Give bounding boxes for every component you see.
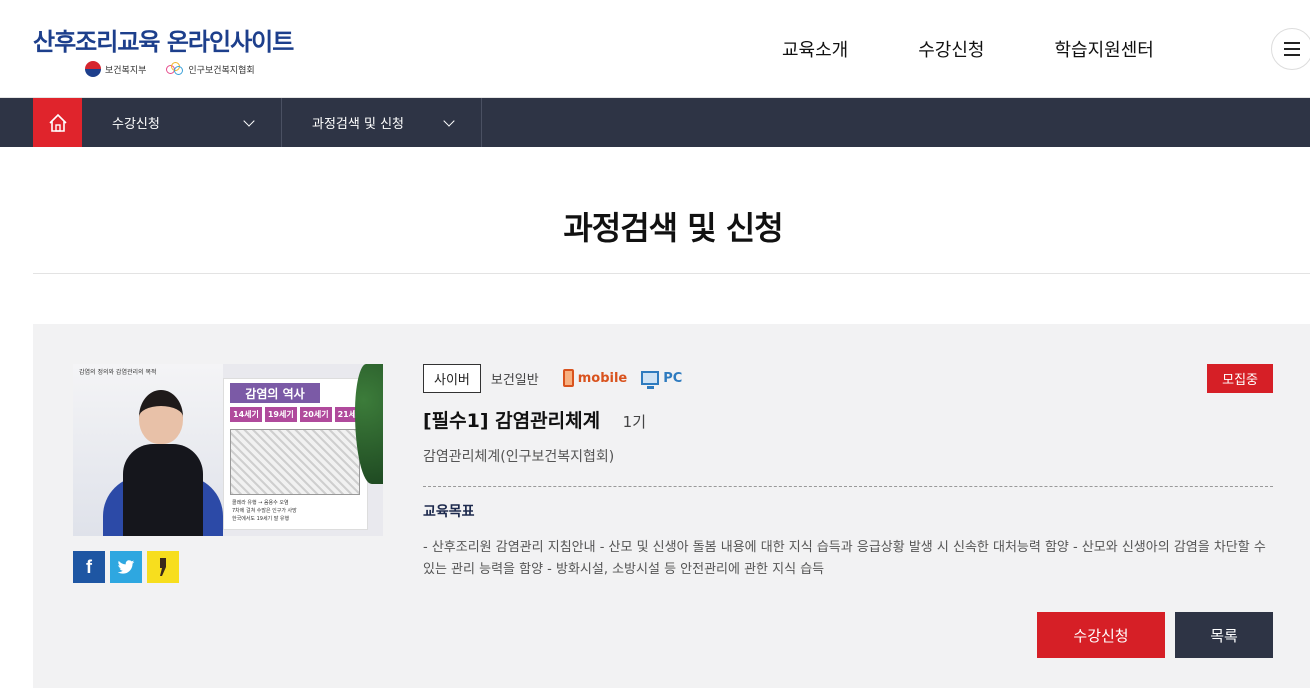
course-provider: 감염관리체계(인구보건복지협회): [423, 449, 615, 465]
chevron-down-icon: [243, 114, 255, 127]
org2-label: 인구보건복지협회: [188, 65, 255, 76]
org-kaphw: 인구보건복지협회: [166, 62, 255, 76]
site-title: 산후조리교육 온라인사이트: [33, 28, 294, 56]
century-label: 19세기: [264, 407, 297, 422]
thumbnail-header: 감염의 정의와 감염관리의 목적: [79, 369, 157, 376]
slide-note: 7차에 걸쳐 수많은 인구가 사망: [232, 508, 297, 514]
chevron-down-icon: [443, 114, 455, 127]
mobile-icon: [562, 369, 574, 387]
breadcrumb-label-2: 과정검색 및 신청: [312, 117, 404, 132]
slide-title: 감염의 역사: [230, 383, 320, 403]
pc-monitor-icon: [641, 371, 660, 389]
mobile-label: mobile: [577, 370, 628, 386]
slide-note: 콜레라 유행 → 음용수 오염: [232, 500, 289, 506]
org-mohw: 보건복지부: [85, 61, 146, 77]
logo-orgs: 보건복지부 인구보건복지협회: [85, 61, 293, 77]
action-buttons: 수강신청 목록: [1037, 612, 1273, 658]
home-icon[interactable]: [33, 98, 82, 147]
course-info: 사이버 보건일반 mobile PC 모집중 [필수1] 감염관리체계 1기 감…: [423, 363, 1273, 581]
divider: [33, 273, 1310, 274]
course-thumbnail[interactable]: 감염의 정의와 감염관리의 목적 감염의 역사 14세기 19세기 20세기 2…: [73, 364, 383, 536]
facebook-icon[interactable]: f: [73, 551, 105, 583]
course-tags: 사이버 보건일반 mobile PC: [423, 363, 1273, 393]
device-pc: PC: [641, 370, 683, 389]
list-button[interactable]: 목록: [1175, 612, 1273, 658]
century-label: 20세기: [299, 407, 332, 422]
breadcrumb-dropdown-2[interactable]: 과정검색 및 신청: [282, 98, 482, 147]
nav-item-intro[interactable]: 교육소개: [782, 36, 848, 62]
page-title: 과정검색 및 신청: [563, 209, 783, 247]
course-title-text: [필수1] 감염관리체계: [423, 410, 601, 432]
breadcrumb-dropdown-1[interactable]: 수강신청: [82, 98, 282, 147]
slide-note: 한국에서도 19세기 말 유행: [232, 516, 290, 522]
type-tag: 사이버: [423, 363, 481, 393]
century-label: 14세기: [230, 407, 262, 422]
site-logo[interactable]: 산후조리교육 온라인사이트 보건복지부 인구보건복지협회: [33, 22, 294, 77]
course-card: 감염의 정의와 감염관리의 목적 감염의 역사 14세기 19세기 20세기 2…: [33, 324, 1310, 688]
share-buttons: f: [73, 551, 179, 583]
nav-item-enroll[interactable]: 수강신청: [918, 36, 984, 62]
course-term: 1기: [622, 413, 647, 431]
slide-illustration: [230, 429, 360, 495]
slide-centuries: 14세기 19세기 20세기 21세기: [230, 407, 367, 422]
dashed-divider: [423, 486, 1273, 487]
lecture-slide: 감염의 역사 14세기 19세기 20세기 21세기 콜레라 유행 → 음용수 …: [223, 378, 368, 530]
kaphw-logo-icon: [166, 62, 184, 76]
nav-item-support[interactable]: 학습지원센터: [1055, 36, 1154, 62]
breadcrumb-label-1: 수강신청: [112, 117, 160, 132]
kakaostory-icon[interactable]: [147, 551, 179, 583]
lecturer-head: [139, 390, 183, 444]
apply-button[interactable]: 수강신청: [1037, 612, 1165, 658]
gov-emblem-icon: [85, 61, 101, 77]
pc-label: PC: [663, 370, 683, 386]
device-mobile: mobile: [562, 369, 628, 387]
goal-heading: 교육목표: [423, 504, 475, 520]
lecturer-figure: [123, 444, 203, 536]
status-badge: 모집중: [1207, 364, 1273, 393]
goal-text: - 산후조리원 감염관리 지침안내 - 산모 및 신생아 돌봄 내용에 대한 지…: [423, 540, 1266, 577]
sub-navigation: 수강신청 과정검색 및 신청: [0, 98, 1310, 147]
main-nav: 교육소개 수강신청 학습지원센터: [782, 36, 1154, 62]
org1-label: 보건복지부: [105, 65, 147, 76]
twitter-icon[interactable]: [110, 551, 142, 583]
site-header: 산후조리교육 온라인사이트 보건복지부 인구보건복지협회 교육소개 수강신청 학…: [0, 0, 1310, 98]
category-label: 보건일반: [490, 372, 539, 388]
course-title: [필수1] 감염관리체계 1기: [423, 406, 1273, 433]
slide-notes: 콜레라 유행 → 음용수 오염 7차에 걸쳐 수많은 인구가 사망 한국에서도 …: [232, 499, 297, 523]
hamburger-icon[interactable]: [1271, 28, 1310, 70]
